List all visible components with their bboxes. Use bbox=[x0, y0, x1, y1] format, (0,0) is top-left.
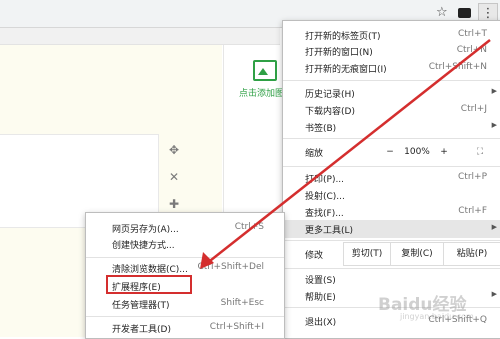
submenu-arrow-icon: ▶ bbox=[491, 87, 497, 95]
extensions-highlight-box bbox=[106, 275, 192, 294]
zoom-level: 100% bbox=[404, 147, 430, 157]
menu-label: 打开新的窗口(N) bbox=[305, 48, 373, 58]
fullscreen-icon[interactable]: ⛶ bbox=[469, 140, 491, 164]
menu-label: 下载内容(D) bbox=[305, 107, 355, 117]
submenu-arrow-icon: ▶ bbox=[491, 121, 497, 129]
menu-shortcut: Ctrl+Shift+Del bbox=[197, 262, 264, 272]
menu-shortcut: Ctrl+F bbox=[458, 206, 487, 216]
menu-label: 清除浏览数据(C)... bbox=[112, 265, 188, 275]
copy-button[interactable]: 复制(C) bbox=[390, 242, 444, 266]
add-site-image-icon[interactable] bbox=[253, 60, 277, 81]
menu-separator bbox=[283, 268, 500, 269]
menu-separator bbox=[283, 80, 500, 81]
page-subbar bbox=[0, 28, 280, 45]
watermark-url: jingyan.baidu.com bbox=[400, 312, 474, 321]
menu-label: 缩放 bbox=[305, 149, 324, 159]
submenu-item-create-shortcut[interactable]: 创建快捷方式... bbox=[86, 235, 284, 253]
menu-label: 投射(C)... bbox=[305, 192, 345, 202]
menu-item-zoom: 缩放 − 100% + ⛶ bbox=[283, 140, 500, 164]
menu-item-bookmarks[interactable]: 书签(B) ▶ bbox=[283, 118, 500, 136]
menu-label: 创建快捷方式... bbox=[112, 241, 175, 251]
menu-separator bbox=[283, 166, 500, 167]
close-icon[interactable]: ✕ bbox=[166, 170, 182, 197]
menu-label: 打开新的标签页(T) bbox=[305, 32, 381, 42]
menu-label: 书签(B) bbox=[305, 124, 337, 134]
menu-label: 历史记录(H) bbox=[305, 90, 355, 100]
extension-icon[interactable] bbox=[456, 6, 472, 20]
menu-separator bbox=[86, 316, 284, 317]
menu-shortcut: Ctrl+T bbox=[457, 29, 487, 39]
paste-button[interactable]: 粘贴(P) bbox=[443, 242, 500, 266]
add-site-label[interactable]: 点击添加图 bbox=[239, 86, 283, 99]
menu-label: 任务管理器(T) bbox=[112, 301, 170, 311]
menu-label: 设置(S) bbox=[305, 276, 336, 286]
zoom-in-button[interactable]: + bbox=[433, 140, 455, 164]
menu-item-downloads[interactable]: 下载内容(D) Ctrl+J bbox=[283, 101, 500, 119]
submenu-item-task-manager[interactable]: 任务管理器(T) Shift+Esc bbox=[86, 295, 284, 313]
menu-shortcut: Ctrl+Shift+N bbox=[428, 62, 487, 72]
menu-label: 退出(X) bbox=[305, 318, 337, 328]
submenu-item-dev-tools[interactable]: 开发者工具(D) Ctrl+Shift+I bbox=[86, 319, 284, 337]
menu-shortcut: Ctrl+J bbox=[460, 104, 487, 114]
menu-item-find[interactable]: 查找(F)... Ctrl+F bbox=[283, 203, 500, 221]
menu-item-cast[interactable]: 投射(C)... bbox=[283, 186, 500, 204]
menu-item-new-window[interactable]: 打开新的窗口(N) Ctrl+N bbox=[283, 42, 500, 60]
menu-shortcut: Shift+Esc bbox=[220, 298, 264, 308]
menu-label: 帮助(E) bbox=[305, 293, 336, 303]
menu-shortcut: Ctrl+P bbox=[458, 172, 487, 182]
menu-label: 开发者工具(D) bbox=[112, 325, 171, 335]
menu-label: 更多工具(L) bbox=[305, 226, 354, 236]
menu-item-more-tools[interactable]: 更多工具(L) ▶ bbox=[283, 220, 500, 238]
submenu-arrow-icon: ▶ bbox=[491, 223, 497, 231]
cut-button[interactable]: 剪切(T) bbox=[343, 242, 391, 266]
zoom-out-button[interactable]: − bbox=[379, 140, 401, 164]
menu-label: 打印(P)... bbox=[305, 175, 345, 185]
menu-item-print[interactable]: 打印(P)... Ctrl+P bbox=[283, 169, 500, 187]
menu-item-incognito[interactable]: 打开新的无痕窗口(I) Ctrl+Shift+N bbox=[283, 59, 500, 77]
menu-item-history[interactable]: 历史记录(H) ▶ bbox=[283, 84, 500, 102]
menu-shortcut: Ctrl+N bbox=[456, 45, 487, 55]
menu-item-settings[interactable]: 设置(S) bbox=[283, 270, 500, 288]
submenu-arrow-icon: ▶ bbox=[491, 290, 497, 298]
menu-label: 修改 bbox=[305, 251, 324, 261]
menu-edit-row: 修改 剪切(T) 复制(C) 粘贴(P) bbox=[283, 241, 500, 267]
menu-shortcut: Ctrl+S bbox=[234, 222, 264, 232]
menu-shortcut: Ctrl+Shift+I bbox=[209, 322, 264, 332]
menu-separator bbox=[283, 138, 500, 139]
menu-label: 打开新的无痕窗口(I) bbox=[305, 65, 387, 75]
menu-label: 网页另存为(A)... bbox=[112, 225, 179, 235]
menu-separator bbox=[86, 257, 284, 258]
menu-label: 查找(F)... bbox=[305, 209, 344, 219]
move-icon[interactable]: ✥ bbox=[166, 143, 182, 170]
bookmark-star-icon[interactable]: ☆ bbox=[436, 5, 448, 20]
